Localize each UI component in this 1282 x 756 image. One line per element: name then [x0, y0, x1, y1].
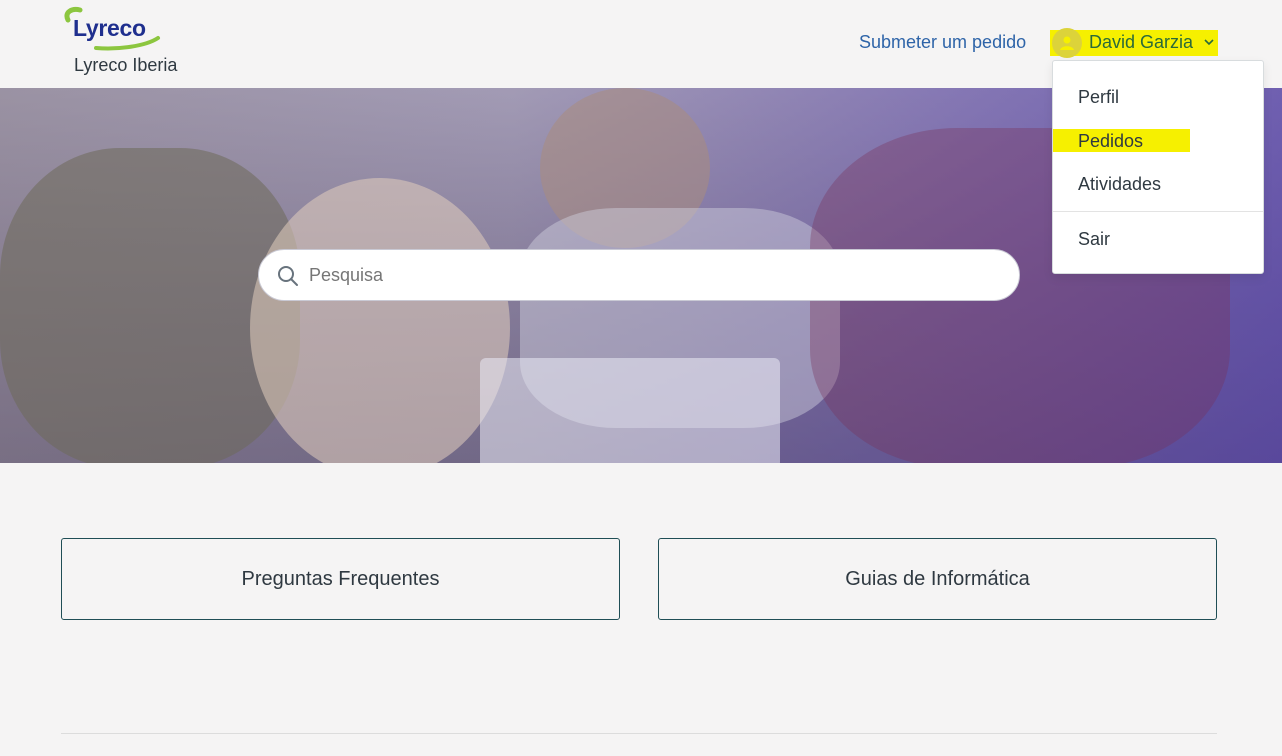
brand-name: Lyreco Iberia: [74, 55, 178, 75]
search-input[interactable]: [309, 250, 999, 300]
search-box: [258, 249, 1020, 301]
hero-photo-shape: [480, 358, 780, 463]
menu-item-pedidos[interactable]: Pedidos: [1078, 131, 1143, 152]
search-icon: [278, 266, 298, 286]
user-name: David Garzia: [1089, 32, 1194, 52]
chevron-down-icon: [1204, 39, 1214, 46]
hero-photo-shape: [250, 178, 510, 463]
footer-divider: [61, 733, 1217, 734]
menu-item-atividades[interactable]: Atividades: [1078, 174, 1161, 195]
logo-text: Lyreco: [73, 15, 146, 41]
card-it-guides[interactable]: Guias de Informática: [658, 538, 1217, 620]
user-menu-dropdown: Perfil Pedidos Atividades Sair: [1052, 60, 1264, 274]
card-faq[interactable]: Preguntas Frequentes: [61, 538, 620, 620]
submit-request-link[interactable]: Submeter um pedido: [859, 32, 1026, 53]
user-menu-toggle[interactable]: David Garzia: [1050, 28, 1218, 58]
menu-item-perfil[interactable]: Perfil: [1078, 87, 1119, 108]
menu-divider: [1053, 211, 1263, 212]
menu-item-sair[interactable]: Sair: [1078, 229, 1110, 250]
logo-link[interactable]: Lyreco: [58, 6, 168, 54]
user-avatar-icon: [1052, 28, 1082, 58]
